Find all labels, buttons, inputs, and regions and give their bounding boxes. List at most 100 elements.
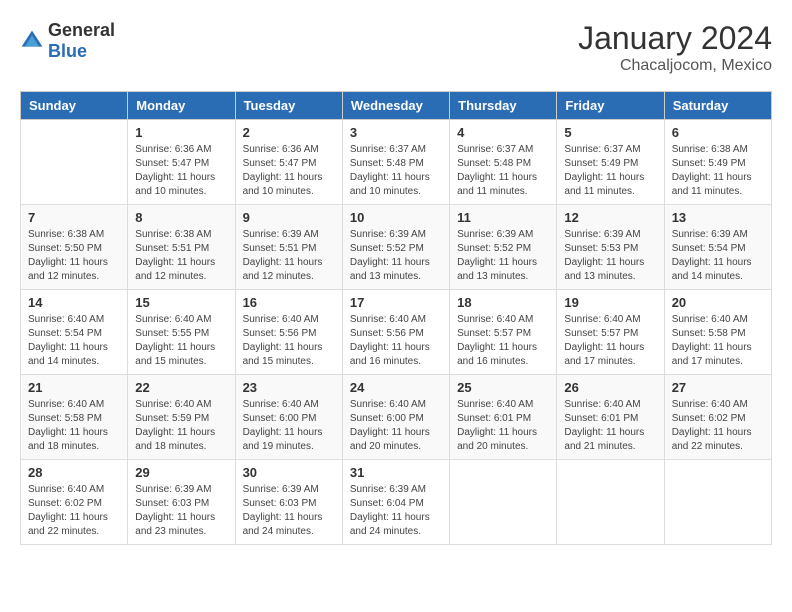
calendar-cell [450,460,557,545]
calendar-cell: 4 Sunrise: 6:37 AMSunset: 5:48 PMDaylight… [450,120,557,205]
day-number: 14 [28,295,120,310]
day-number: 22 [135,380,227,395]
calendar-cell: 19 Sunrise: 6:40 AMSunset: 5:57 PMDayligh… [557,290,664,375]
cell-info: Sunrise: 6:39 AMSunset: 6:04 PMDaylight:… [350,483,442,539]
calendar-cell: 8 Sunrise: 6:38 AMSunset: 5:51 PMDaylight… [128,205,235,290]
day-number: 28 [28,465,120,480]
cell-info: Sunrise: 6:40 AMSunset: 5:56 PMDaylight:… [350,313,442,369]
cell-info: Sunrise: 6:39 AMSunset: 5:54 PMDaylight:… [672,228,764,284]
logo-blue: Blue [48,41,87,61]
header-cell-tuesday: Tuesday [235,92,342,120]
cell-info: Sunrise: 6:39 AMSunset: 6:03 PMDaylight:… [243,483,335,539]
logo-text: General Blue [48,20,115,62]
day-number: 10 [350,210,442,225]
calendar-cell: 16Sunrise: 6:40 AMSunset: 5:56 PMDayligh… [235,290,342,375]
day-number: 2 [243,125,335,140]
day-number: 4 [457,125,549,140]
week-row-3: 14 Sunrise: 6:40 AMSunset: 5:54 PMDayligh… [21,290,772,375]
calendar-cell: 31 Sunrise: 6:39 AMSunset: 6:04 PMDayligh… [342,460,449,545]
calendar-header: SundayMondayTuesdayWednesdayThursdayFrid… [21,92,772,120]
day-number: 12 [564,210,656,225]
cell-info: Sunrise: 6:40 AMSunset: 6:02 PMDaylight:… [28,483,120,539]
calendar-table: SundayMondayTuesdayWednesdayThursdayFrid… [20,91,772,545]
day-number: 6 [672,125,764,140]
day-number: 19 [564,295,656,310]
day-number: 27 [672,380,764,395]
cell-info: Sunrise: 6:40 AMSunset: 6:01 PMDaylight:… [564,398,656,454]
cell-info: Sunrise: 6:39 AMSunset: 5:52 PMDaylight:… [457,228,549,284]
day-number: 13 [672,210,764,225]
calendar-cell: 18 Sunrise: 6:40 AMSunset: 5:57 PMDayligh… [450,290,557,375]
calendar-cell: 25 Sunrise: 6:40 AMSunset: 6:01 PMDayligh… [450,375,557,460]
calendar-cell: 24 Sunrise: 6:40 AMSunset: 6:00 PMDayligh… [342,375,449,460]
cell-info: Sunrise: 6:40 AMSunset: 5:58 PMDaylight:… [672,313,764,369]
cell-info: Sunrise: 6:39 AMSunset: 5:53 PMDaylight:… [564,228,656,284]
header-cell-sunday: Sunday [21,92,128,120]
cell-info: Sunrise: 6:36 AMSunset: 5:47 PMDaylight:… [135,143,227,199]
day-number: 17 [350,295,442,310]
cell-info: Sunrise: 6:37 AMSunset: 5:49 PMDaylight:… [564,143,656,199]
logo: General Blue [20,20,115,62]
week-row-1: 1Sunrise: 6:36 AMSunset: 5:47 PMDaylight… [21,120,772,205]
cell-info: Sunrise: 6:39 AMSunset: 5:52 PMDaylight:… [350,228,442,284]
day-number: 8 [135,210,227,225]
cell-info: Sunrise: 6:40 AMSunset: 5:57 PMDaylight:… [457,313,549,369]
header-cell-wednesday: Wednesday [342,92,449,120]
header-cell-thursday: Thursday [450,92,557,120]
calendar-cell: 5Sunrise: 6:37 AMSunset: 5:49 PMDaylight… [557,120,664,205]
day-number: 24 [350,380,442,395]
calendar-cell: 15 Sunrise: 6:40 AMSunset: 5:55 PMDayligh… [128,290,235,375]
calendar-cell: 20 Sunrise: 6:40 AMSunset: 5:58 PMDayligh… [664,290,771,375]
calendar-cell: 22 Sunrise: 6:40 AMSunset: 5:59 PMDayligh… [128,375,235,460]
week-row-5: 28 Sunrise: 6:40 AMSunset: 6:02 PMDayligh… [21,460,772,545]
calendar-cell: 7 Sunrise: 6:38 AMSunset: 5:50 PMDaylight… [21,205,128,290]
calendar-cell: 10 Sunrise: 6:39 AMSunset: 5:52 PMDayligh… [342,205,449,290]
calendar-cell: 13 Sunrise: 6:39 AMSunset: 5:54 PMDayligh… [664,205,771,290]
cell-info: Sunrise: 6:38 AMSunset: 5:51 PMDaylight:… [135,228,227,284]
location-title: Chacaljocom, Mexico [578,57,772,75]
cell-info: Sunrise: 6:39 AMSunset: 5:51 PMDaylight:… [243,228,335,284]
cell-info: Sunrise: 6:37 AMSunset: 5:48 PMDaylight:… [457,143,549,199]
header-cell-monday: Monday [128,92,235,120]
cell-info: Sunrise: 6:40 AMSunset: 5:59 PMDaylight:… [135,398,227,454]
day-number: 9 [243,210,335,225]
calendar-cell: 1Sunrise: 6:36 AMSunset: 5:47 PMDaylight… [128,120,235,205]
day-number: 15 [135,295,227,310]
day-number: 21 [28,380,120,395]
day-number: 18 [457,295,549,310]
day-number: 7 [28,210,120,225]
day-number: 25 [457,380,549,395]
cell-info: Sunrise: 6:39 AMSunset: 6:03 PMDaylight:… [135,483,227,539]
cell-info: Sunrise: 6:40 AMSunset: 5:56 PMDaylight:… [243,313,335,369]
cell-info: Sunrise: 6:40 AMSunset: 6:01 PMDaylight:… [457,398,549,454]
logo-general: General [48,20,115,40]
page-header: General Blue January 2024 Chacaljocom, M… [20,20,772,75]
day-number: 11 [457,210,549,225]
cell-info: Sunrise: 6:38 AMSunset: 5:50 PMDaylight:… [28,228,120,284]
calendar-body: 1Sunrise: 6:36 AMSunset: 5:47 PMDaylight… [21,120,772,545]
header-cell-friday: Friday [557,92,664,120]
cell-info: Sunrise: 6:37 AMSunset: 5:48 PMDaylight:… [350,143,442,199]
cell-info: Sunrise: 6:40 AMSunset: 5:55 PMDaylight:… [135,313,227,369]
calendar-cell: 27Sunrise: 6:40 AMSunset: 6:02 PMDayligh… [664,375,771,460]
day-number: 26 [564,380,656,395]
calendar-cell: 28 Sunrise: 6:40 AMSunset: 6:02 PMDayligh… [21,460,128,545]
title-block: January 2024 Chacaljocom, Mexico [578,20,772,75]
calendar-cell: 26 Sunrise: 6:40 AMSunset: 6:01 PMDayligh… [557,375,664,460]
cell-info: Sunrise: 6:40 AMSunset: 5:54 PMDaylight:… [28,313,120,369]
week-row-4: 21Sunrise: 6:40 AMSunset: 5:58 PMDayligh… [21,375,772,460]
cell-info: Sunrise: 6:40 AMSunset: 6:00 PMDaylight:… [243,398,335,454]
cell-info: Sunrise: 6:40 AMSunset: 6:00 PMDaylight:… [350,398,442,454]
calendar-cell: 9 Sunrise: 6:39 AMSunset: 5:51 PMDaylight… [235,205,342,290]
logo-icon [20,29,44,53]
header-cell-saturday: Saturday [664,92,771,120]
calendar-cell: 6 Sunrise: 6:38 AMSunset: 5:49 PMDaylight… [664,120,771,205]
month-title: January 2024 [578,20,772,57]
day-number: 20 [672,295,764,310]
calendar-cell: 30Sunrise: 6:39 AMSunset: 6:03 PMDayligh… [235,460,342,545]
cell-info: Sunrise: 6:40 AMSunset: 5:57 PMDaylight:… [564,313,656,369]
calendar-cell: 21Sunrise: 6:40 AMSunset: 5:58 PMDayligh… [21,375,128,460]
calendar-cell: 11 Sunrise: 6:39 AMSunset: 5:52 PMDayligh… [450,205,557,290]
cell-info: Sunrise: 6:38 AMSunset: 5:49 PMDaylight:… [672,143,764,199]
day-number: 31 [350,465,442,480]
